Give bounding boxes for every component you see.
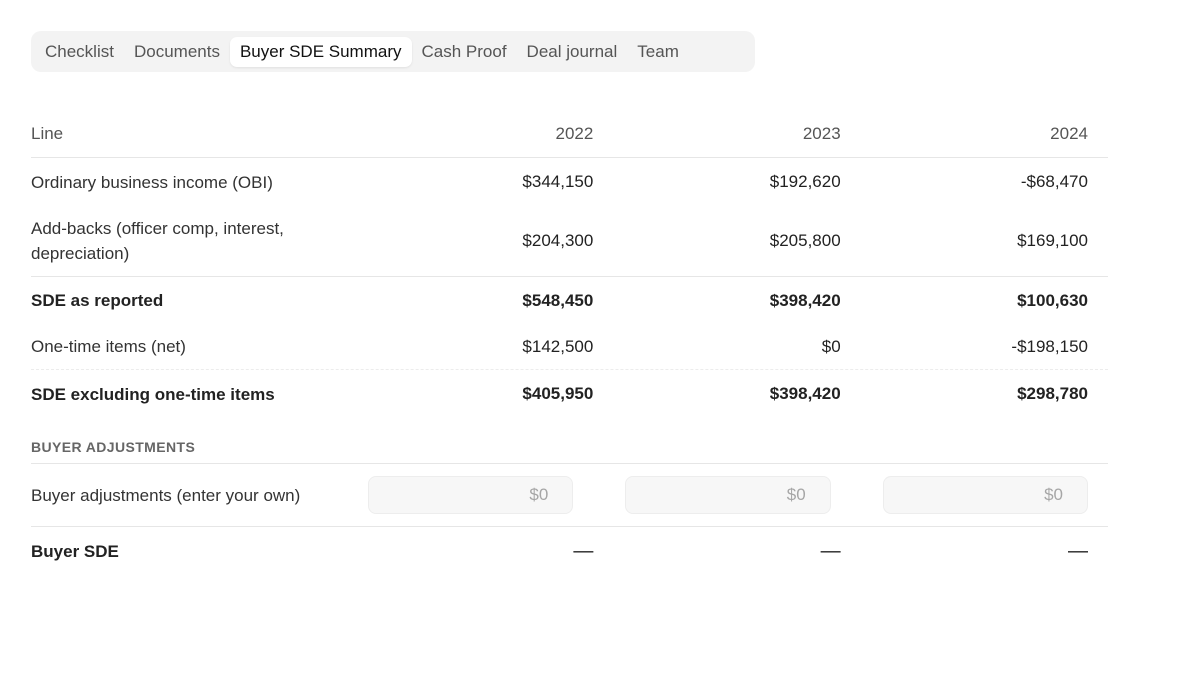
buyer-adjustment-input-2023[interactable] — [625, 476, 831, 514]
row-value-2024: -$198,150 — [1011, 336, 1088, 356]
input-wrap-2023 — [593, 476, 850, 514]
row-value-2024: $169,100 — [1017, 231, 1088, 250]
tab-documents[interactable]: Documents — [124, 37, 230, 67]
row-label: One-time items (net) — [31, 337, 186, 356]
row-value-2024: -$68,470 — [1020, 172, 1088, 191]
buyer-adjustment-input-2022[interactable] — [368, 476, 574, 514]
row-value-2023: $205,800 — [769, 231, 841, 250]
table-row: SDE excluding one-time items $405,950 $3… — [31, 370, 1108, 418]
row-label: Ordinary business income (OBI) — [31, 172, 273, 192]
buyer-adjustment-input-2024[interactable] — [882, 476, 1088, 514]
row-label: SDE as reported — [31, 291, 164, 310]
row-value-2024: $298,780 — [1017, 384, 1088, 403]
row-value-2022: $204,300 — [522, 231, 594, 250]
buyer-sde-row: Buyer SDE — — — — [31, 527, 1108, 575]
column-header-line: Line — [31, 124, 64, 143]
row-value-2024: $100,630 — [1017, 290, 1088, 310]
buyer-sde-value-2024: — — [1067, 539, 1088, 562]
row-value-2022: $548,450 — [522, 290, 594, 310]
table-row: One-time items (net) $142,500 $0 -$198,1… — [31, 324, 1108, 370]
tab-deal-journal[interactable]: Deal journal — [517, 37, 628, 67]
row-value-2023: $192,620 — [769, 172, 841, 191]
row-value-2022: $405,950 — [522, 384, 594, 403]
tab-bar: Checklist Documents Buyer SDE Summary Ca… — [31, 31, 755, 72]
row-value-2023: $0 — [821, 336, 841, 356]
buyer-sde-value-2023: — — [820, 539, 841, 562]
input-wrap-2024 — [851, 476, 1108, 514]
tab-team[interactable]: Team — [627, 37, 689, 67]
tab-cash-proof[interactable]: Cash Proof — [412, 37, 517, 67]
tab-buyer-sde-summary[interactable]: Buyer SDE Summary — [229, 36, 412, 67]
row-value-2022: $344,150 — [522, 172, 594, 191]
column-header-2024: 2024 — [1050, 123, 1088, 143]
row-label: SDE excluding one-time items — [31, 384, 275, 404]
buyer-adjustments-row: Buyer adjustments (enter your own) — [31, 464, 1108, 527]
section-title-buyer-adjustments: BUYER ADJUSTMENTS — [31, 439, 196, 455]
tab-checklist[interactable]: Checklist — [35, 37, 124, 67]
table-row: Add-backs (officer comp, interest, depre… — [31, 206, 1108, 277]
input-wrap-2022 — [366, 476, 593, 514]
table-header-row: Line 2022 2023 2024 — [31, 110, 1108, 158]
section-header: BUYER ADJUSTMENTS — [31, 418, 1108, 464]
column-header-2022: 2022 — [555, 123, 594, 143]
sde-summary-table: Line 2022 2023 2024 Ordinary business in… — [31, 110, 1108, 575]
column-header-2023: 2023 — [802, 123, 841, 143]
row-value-2023: $398,420 — [769, 290, 841, 310]
table-row: SDE as reported $548,450 $398,420 $100,6… — [31, 277, 1108, 324]
row-label: Add-backs (officer comp, interest, depre… — [31, 219, 284, 263]
row-label: Buyer adjustments (enter your own) — [31, 485, 301, 505]
buyer-sde-value-2022: — — [573, 539, 594, 562]
table-row: Ordinary business income (OBI) $344,150 … — [31, 158, 1108, 206]
row-label: Buyer SDE — [31, 541, 119, 561]
row-value-2022: $142,500 — [522, 336, 594, 356]
row-value-2023: $398,420 — [769, 384, 841, 403]
